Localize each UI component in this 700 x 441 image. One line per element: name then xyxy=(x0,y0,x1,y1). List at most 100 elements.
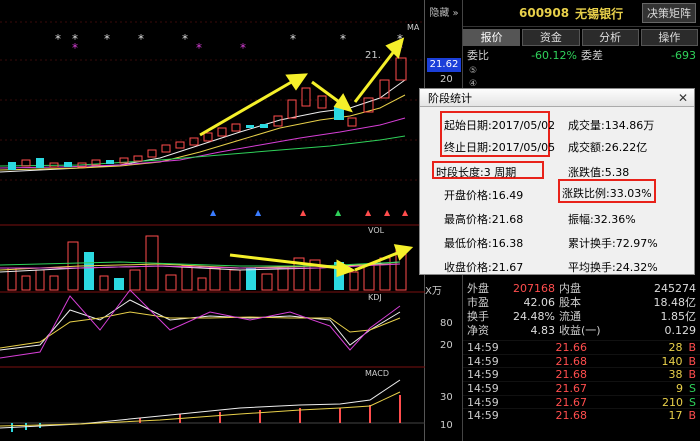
weicha-label: 委差 xyxy=(581,49,603,62)
table-row[interactable]: 14:59 21.67 210 S xyxy=(463,394,700,409)
quote-tabs: 报价 资金 分析 操作 xyxy=(463,29,700,46)
trade-time: 14:59 xyxy=(467,381,499,395)
close-price: 收盘价格:21.67 xyxy=(444,261,524,274)
dialog-titlebar[interactable]: 阶段统计 ✕ xyxy=(420,89,694,107)
signal-markers: ▲ ▲ ▲ ▲ ▲ ▲ ▲ xyxy=(210,208,409,217)
trading-app: * * * * * * * * * * * * MA 21. xyxy=(0,0,700,441)
kdj-j xyxy=(0,289,401,359)
svg-text:*: * xyxy=(104,32,110,46)
svg-text:▲: ▲ xyxy=(365,208,372,217)
svg-text:▲: ▲ xyxy=(402,208,409,217)
high-label: 21. xyxy=(365,50,381,61)
hide-button[interactable]: 隐藏 » xyxy=(425,4,463,19)
open-price: 开盘价格:16.49 xyxy=(444,189,524,202)
svg-text:▲: ▲ xyxy=(210,208,217,217)
volume: 成交量:134.86万 xyxy=(568,119,655,132)
trade-qty: 9 xyxy=(676,381,684,395)
weibi-row: 委比 -60.12% 委差 -693 xyxy=(463,46,700,64)
macd-bars xyxy=(11,395,401,432)
stock-code: 600908 xyxy=(519,6,570,20)
trade-qty: 28 xyxy=(668,340,683,354)
close-icon[interactable]: ✕ xyxy=(678,91,688,105)
start-date: 起始日期:2017/05/02 xyxy=(444,119,556,132)
svg-text:*: * xyxy=(55,32,61,46)
trade-price: 21.66 xyxy=(555,340,588,354)
table-row[interactable]: 14:59 21.67 9 S xyxy=(463,381,700,395)
stat-value: 42.06 xyxy=(523,295,556,309)
tab-quote[interactable]: 报价 xyxy=(463,29,521,46)
trade-side: S xyxy=(689,381,696,395)
trade-time: 14:59 xyxy=(467,409,499,423)
axis-label-10: 10 xyxy=(440,420,453,431)
stats-block: 外盘 207168 内盘 245274 市盈 42.06 股本 18.48亿 换… xyxy=(463,281,700,338)
svg-text:▲: ▲ xyxy=(384,208,391,217)
decision-matrix-button[interactable]: 决策矩阵 xyxy=(642,3,696,23)
tab-operation[interactable]: 操作 xyxy=(640,29,698,46)
stat-value-2: 1.85亿 xyxy=(660,310,697,323)
stat-row: 净资 4.83 收益(一) 0.129 xyxy=(463,323,700,338)
trade-time: 14:59 xyxy=(467,340,499,354)
svg-text:*: * xyxy=(240,41,246,55)
svg-text:*: * xyxy=(72,41,78,55)
trade-price: 21.68 xyxy=(555,354,588,368)
stock-name: 无锡银行 xyxy=(575,6,624,21)
axis-label-80: 80 xyxy=(440,318,453,329)
axis-label-kdj-20: 20 xyxy=(440,340,453,351)
order-level-5: ⑤ xyxy=(469,65,478,76)
trade-price: 21.67 xyxy=(555,381,588,395)
ma-line-white xyxy=(0,79,406,173)
trade-side: B xyxy=(688,354,696,368)
svg-text:▲: ▲ xyxy=(300,208,307,217)
trade-price: 21.67 xyxy=(555,395,588,409)
table-row[interactable]: 14:59 21.68 140 B xyxy=(463,353,700,368)
chart-svg[interactable]: * * * * * * * * * * * * MA 21. xyxy=(0,0,425,441)
svg-text:▲: ▲ xyxy=(255,208,262,217)
axis-label-20: 20 xyxy=(440,74,453,85)
outer-value: 207168 xyxy=(513,281,555,295)
trade-time: 14:59 xyxy=(467,395,499,409)
low-price: 最低价格:16.38 xyxy=(444,237,524,250)
period-length: 时段长度:3 周期 xyxy=(436,166,517,179)
end-date: 终止日期:2017/05/05 xyxy=(444,141,556,154)
trade-side: B xyxy=(688,409,696,423)
trade-side: S xyxy=(689,395,696,409)
macd-label: MACD xyxy=(365,369,389,378)
stage-stats-dialog[interactable]: 阶段统计 ✕ 起始日期:2017/05/02 终止日期:2017/05/05 时… xyxy=(419,88,695,275)
amount: 成交额:26.22亿 xyxy=(568,141,648,154)
candles xyxy=(8,57,407,170)
vol-label: VOL xyxy=(368,226,385,235)
unit-label: X万 xyxy=(425,286,442,297)
inner-value: 245274 xyxy=(654,281,696,295)
dialog-title: 阶段统计 xyxy=(428,91,472,105)
trade-ticks: 14:59 21.66 28 B 14:59 21.68 140 B 14:59… xyxy=(463,340,700,422)
current-price-tag: 21.62 xyxy=(427,58,461,72)
stat-value-2: 0.129 xyxy=(664,323,697,337)
svg-text:*: * xyxy=(290,32,296,46)
trade-qty: 17 xyxy=(668,409,683,423)
trade-price: 21.68 xyxy=(555,368,588,382)
kline-chart-area[interactable]: * * * * * * * * * * * * MA 21. xyxy=(0,0,425,441)
tab-capital[interactable]: 资金 xyxy=(522,29,580,46)
ma-label: MA xyxy=(407,23,420,32)
double-chevron-icon: » xyxy=(452,8,459,19)
svg-text:*: * xyxy=(182,32,188,46)
trade-time: 14:59 xyxy=(467,368,499,382)
trade-qty: 210 xyxy=(662,395,684,409)
table-row[interactable]: 14:59 21.68 38 B xyxy=(463,367,700,381)
stat-row: 市盈 42.06 股本 18.48亿 xyxy=(463,295,700,310)
stat-label-2: 收益(一) xyxy=(559,324,601,337)
event-markers: * * * * * * * * * * * * xyxy=(55,32,403,55)
kdj-label: KDJ xyxy=(368,293,382,302)
trade-time: 14:59 xyxy=(467,354,499,368)
tab-analysis[interactable]: 分析 xyxy=(581,29,639,46)
turnover-total: 累计换手:72.97% xyxy=(568,237,658,250)
svg-text:▲: ▲ xyxy=(335,208,342,217)
svg-text:*: * xyxy=(196,41,202,55)
stat-label: 净资 xyxy=(467,324,489,337)
change-percent: 涨跌比例:33.03% xyxy=(562,187,652,200)
ma-line-magenta xyxy=(0,117,406,169)
table-row[interactable]: 14:59 21.68 17 B xyxy=(463,408,700,422)
table-row[interactable]: 14:59 21.66 28 B xyxy=(463,340,700,354)
weicha-value: -693 xyxy=(671,48,696,62)
trade-side: B xyxy=(688,368,696,382)
